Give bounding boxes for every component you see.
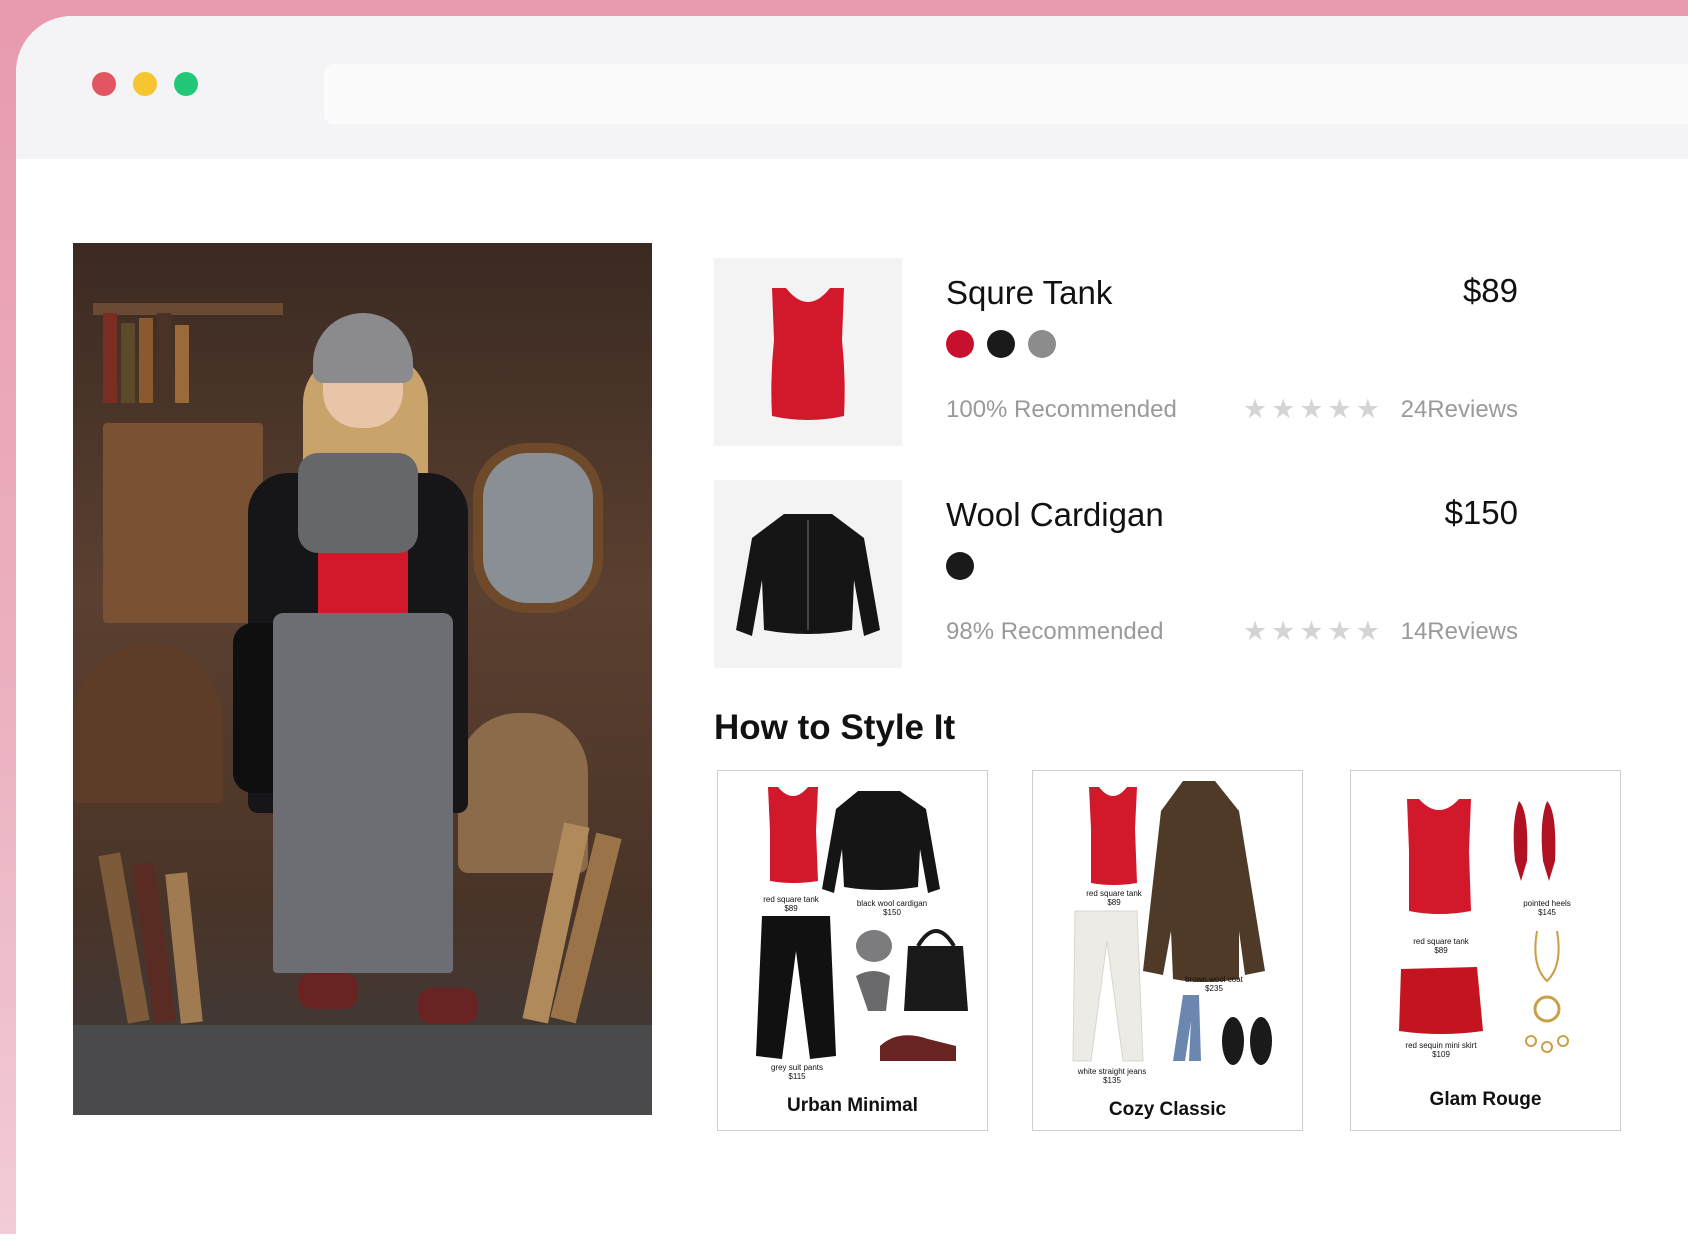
look-collage bbox=[1072, 781, 1272, 1065]
title-bar bbox=[16, 16, 1688, 159]
book bbox=[157, 313, 171, 403]
mirror bbox=[473, 443, 603, 613]
tank-image bbox=[771, 288, 845, 420]
item-price: $89 bbox=[784, 904, 798, 913]
product-thumbnail[interactable] bbox=[714, 480, 902, 668]
color-swatches bbox=[946, 552, 974, 580]
scarf bbox=[298, 453, 418, 553]
color-swatch-black[interactable] bbox=[987, 330, 1015, 358]
item-label: red sequin mini skirt bbox=[1405, 1041, 1477, 1050]
item-price: $89 bbox=[1434, 946, 1448, 955]
look-collage bbox=[756, 787, 968, 1061]
sneaker bbox=[298, 973, 358, 1009]
item-caption: grey suit pants $115 bbox=[752, 1063, 842, 1081]
book bbox=[121, 323, 135, 403]
section-title: How to Style It bbox=[714, 708, 956, 747]
item-caption: brown wool coat $235 bbox=[1169, 975, 1259, 993]
sneaker bbox=[418, 988, 478, 1024]
minimize-window-button[interactable] bbox=[133, 72, 157, 96]
product-row-wool-cardigan[interactable]: Wool Cardigan $150 98% Recommended ★★★★★… bbox=[714, 480, 1614, 668]
book bbox=[175, 325, 189, 403]
item-caption: red square tank $89 bbox=[1396, 937, 1486, 955]
item-label: red square tank bbox=[1086, 889, 1142, 898]
product-name[interactable]: Wool Cardigan bbox=[946, 496, 1164, 534]
item-caption: red sequin mini skirt $109 bbox=[1396, 1041, 1486, 1059]
grey-pants bbox=[273, 613, 453, 973]
product-thumbnail[interactable] bbox=[714, 258, 902, 446]
item-label: red square tank bbox=[1413, 937, 1469, 946]
product-row-square-tank[interactable]: Squre Tank $89 100% Recommended ★★★★★ 24… bbox=[714, 258, 1614, 446]
item-caption: red square tank $89 bbox=[746, 895, 836, 913]
item-label: grey suit pants bbox=[770, 1063, 824, 1072]
item-price: $89 bbox=[1107, 898, 1121, 907]
item-caption: red square tank $89 bbox=[1069, 889, 1159, 907]
ground bbox=[73, 1025, 652, 1115]
item-caption: pointed heels $145 bbox=[1502, 899, 1592, 917]
reviews-count[interactable]: 24Reviews bbox=[1401, 396, 1518, 424]
recommended-rate: 98% Recommended bbox=[946, 618, 1164, 645]
color-swatches bbox=[946, 330, 1056, 358]
recommended-rate: 100% Recommended bbox=[946, 396, 1177, 423]
book bbox=[103, 313, 117, 403]
item-caption: black wool cardigan $150 bbox=[847, 899, 937, 917]
dresser bbox=[103, 423, 263, 623]
item-label: pointed heels bbox=[1523, 899, 1571, 908]
star-rating-icon: ★★★★★ bbox=[1242, 394, 1384, 424]
item-price: $145 bbox=[1538, 908, 1556, 917]
look-card-urban-minimal[interactable]: red square tank $89 black wool cardigan … bbox=[717, 770, 988, 1131]
close-window-button[interactable] bbox=[92, 72, 116, 96]
look-card-glam-rouge[interactable]: red square tank $89 pointed heels $145 r… bbox=[1350, 770, 1621, 1131]
product-price: $150 bbox=[1444, 494, 1518, 531]
star-rating-icon: ★★★★★ bbox=[1242, 616, 1384, 646]
color-swatch-red[interactable] bbox=[946, 330, 974, 358]
maximize-window-button[interactable] bbox=[174, 72, 198, 96]
look-name[interactable]: Glam Rouge bbox=[1351, 1089, 1620, 1111]
item-label: white straight jeans bbox=[1077, 1067, 1147, 1076]
product-name[interactable]: Squre Tank bbox=[946, 274, 1112, 312]
look-collage bbox=[1399, 799, 1569, 1053]
item-caption: white straight jeans $135 bbox=[1067, 1067, 1157, 1085]
color-swatch-grey[interactable] bbox=[1028, 330, 1056, 358]
item-label: black wool cardigan bbox=[856, 899, 928, 908]
address-bar[interactable] bbox=[324, 64, 1688, 124]
item-price: $115 bbox=[788, 1072, 806, 1081]
shelf bbox=[93, 303, 283, 315]
look-name[interactable]: Urban Minimal bbox=[718, 1095, 987, 1117]
book bbox=[139, 318, 153, 403]
cardigan-image bbox=[736, 514, 880, 636]
item-label: red square tank bbox=[763, 895, 819, 904]
table bbox=[73, 643, 223, 803]
look-name[interactable]: Cozy Classic bbox=[1033, 1099, 1302, 1121]
item-price: $109 bbox=[1432, 1050, 1450, 1059]
product-price: $89 bbox=[1462, 272, 1518, 309]
hero-photo bbox=[73, 243, 652, 1115]
item-price: $235 bbox=[1205, 984, 1223, 993]
beanie bbox=[313, 313, 413, 383]
item-price: $135 bbox=[1103, 1076, 1121, 1085]
reviews-count[interactable]: 14Reviews bbox=[1401, 618, 1518, 646]
look-card-cozy-classic[interactable]: red square tank $89 brown wool coat $235… bbox=[1032, 770, 1303, 1131]
item-label: brown wool coat bbox=[1185, 975, 1243, 984]
item-price: $150 bbox=[883, 908, 901, 917]
color-swatch-black[interactable] bbox=[946, 552, 974, 580]
